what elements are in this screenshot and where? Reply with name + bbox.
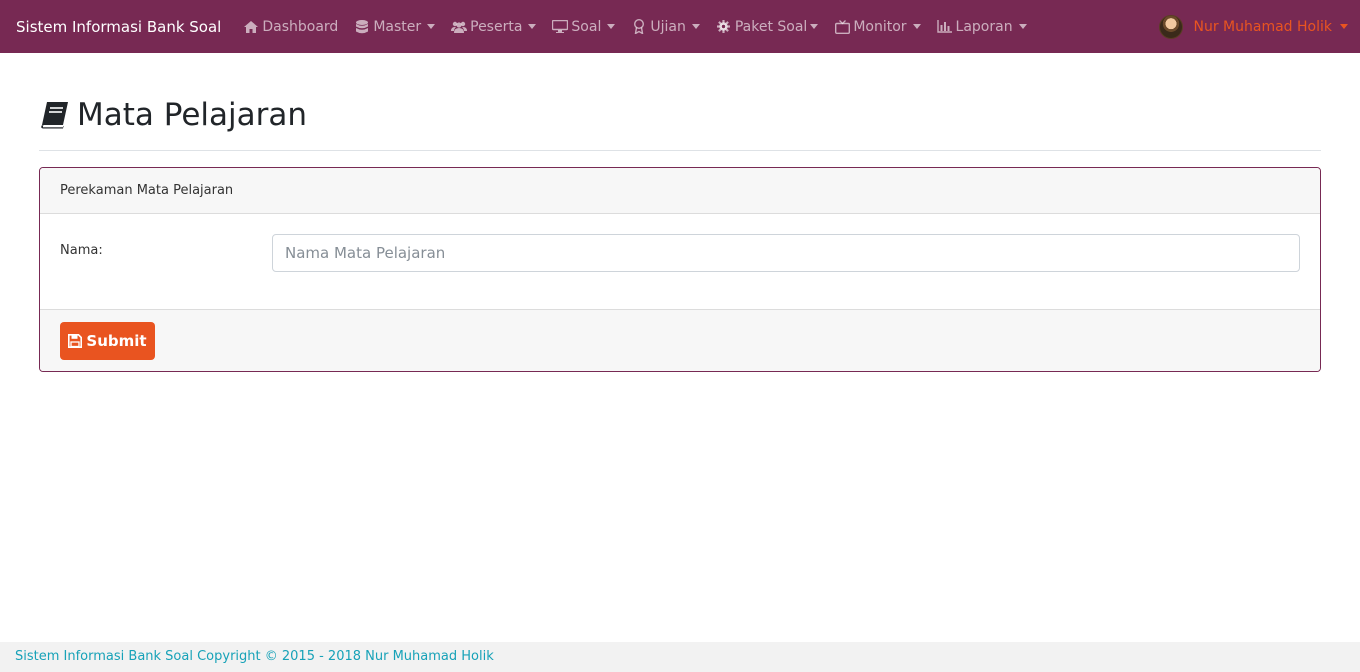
avatar [1158,14,1183,39]
subject-name-input[interactable] [272,234,1300,272]
page-title: Mata Pelajaran [77,97,308,133]
submit-button[interactable]: Submit [60,322,155,360]
nav-item-ujian[interactable]: Ujian [623,0,707,53]
nav-item-label: Peserta [470,18,523,35]
database-icon [354,19,370,34]
top-navbar: Sistem Informasi Bank Soal Dashboard Mas… [0,0,1360,53]
caret-down-icon [528,24,537,29]
form-card: Perekaman Mata Pelajaran Nama: Submit [39,167,1321,372]
footer-text: Sistem Informasi Bank Soal Copyright © 2… [15,649,494,664]
card-body: Nama: [40,214,1320,309]
nav-item-monitor[interactable]: Monitor [826,0,928,53]
award-icon [631,19,647,34]
name-label: Nama: [60,243,103,258]
caret-down-icon [1018,24,1027,29]
desktop-icon [552,20,569,34]
user-name: Nur Muhamad Holik [1193,18,1333,35]
caret-down-icon [607,24,616,29]
home-icon [243,20,259,34]
nav-item-label: Soal [571,18,602,35]
page-header: Mata Pelajaran [39,94,1321,151]
nav-menu: Dashboard Master Peserta Soal Ujian Pake… [235,0,1034,53]
user-menu[interactable]: Nur Muhamad Holik [1158,0,1348,53]
users-icon [451,20,468,34]
card-header: Perekaman Mata Pelajaran [40,168,1320,214]
nav-item-label: Laporan [955,18,1013,35]
caret-down-icon [691,24,700,29]
page-footer: Sistem Informasi Bank Soal Copyright © 2… [0,642,1360,672]
caret-down-icon [912,24,921,29]
save-icon [68,334,83,348]
nav-item-dashboard[interactable]: Dashboard [235,0,346,53]
book-icon [41,102,68,129]
brand-link[interactable]: Sistem Informasi Bank Soal [16,18,221,36]
caret-down-icon [427,24,436,29]
nav-item-label: Monitor [853,18,907,35]
nav-item-soal[interactable]: Soal [544,0,623,53]
nav-item-label: Master [373,18,422,35]
caret-down-icon [810,24,819,29]
nav-item-peserta[interactable]: Peserta [443,0,544,53]
nav-item-label: Dashboard [262,18,339,35]
nav-item-label: Ujian [650,18,686,35]
gear-icon [716,20,732,34]
card-footer: Submit [40,309,1320,371]
nav-item-label: Paket Soal [734,18,808,35]
tv-icon [834,19,850,34]
caret-down-icon [1340,24,1348,29]
bar-chart-icon [937,20,953,34]
nav-item-paket-soal[interactable]: Paket Soal [708,0,826,53]
nav-item-master[interactable]: Master [346,0,443,53]
submit-label: Submit [86,332,147,350]
nav-item-laporan[interactable]: Laporan [929,0,1035,53]
